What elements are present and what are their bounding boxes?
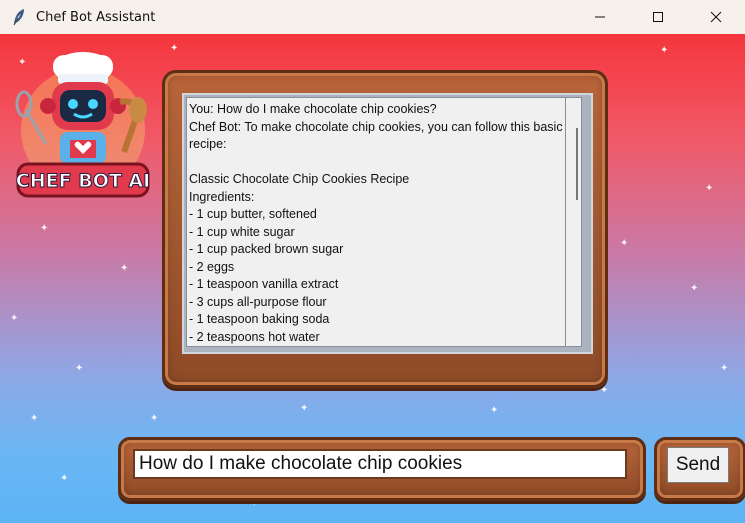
title-bar: Chef Bot Assistant [0, 0, 745, 34]
close-button[interactable] [687, 0, 745, 34]
send-button[interactable]: Send [667, 447, 729, 483]
minimize-button[interactable] [571, 0, 629, 34]
maximize-button[interactable] [629, 0, 687, 34]
maximize-icon [653, 12, 663, 22]
scrollbar-thumb[interactable] [576, 128, 578, 200]
chef-bot-logo: CHEF BOT AI [8, 40, 158, 208]
logo-text: CHEF BOT AI [16, 170, 150, 192]
chat-text: You: How do I make chocolate chip cookie… [189, 102, 563, 344]
window-title: Chef Bot Assistant [36, 9, 156, 25]
message-input[interactable] [133, 449, 627, 479]
chat-display[interactable]: You: How do I make chocolate chip cookie… [186, 97, 566, 347]
close-icon [710, 11, 722, 23]
chat-scrollbar[interactable] [566, 97, 582, 347]
minimize-icon [595, 16, 605, 18]
feather-icon [8, 6, 30, 28]
